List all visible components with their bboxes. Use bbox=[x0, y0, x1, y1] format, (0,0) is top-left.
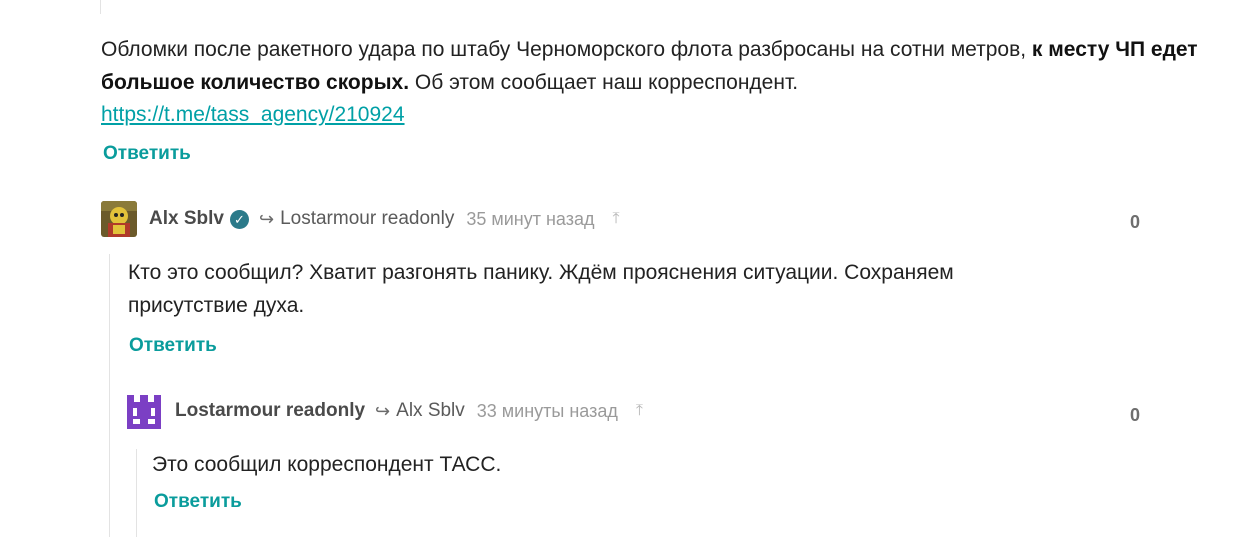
avatar[interactable] bbox=[127, 395, 161, 429]
comment-score: 0 bbox=[1130, 405, 1141, 425]
reply-button[interactable]: Ответить bbox=[129, 335, 217, 357]
thread-line-root bbox=[100, 0, 101, 14]
reply-arrow-icon: ↪ bbox=[375, 400, 391, 421]
comment-header: Lostarmour readonly ↪ Alx Sblv 33 минуты… bbox=[175, 399, 643, 423]
comment-time[interactable]: 33 минуты назад bbox=[477, 401, 618, 422]
comment-text-line1: Кто это сообщил? Хватит разгонять панику… bbox=[128, 261, 954, 284]
comment-text-line2: присутствие духа. bbox=[128, 294, 305, 317]
verified-check-icon: ✓ bbox=[229, 209, 249, 229]
reply-button[interactable]: Ответить bbox=[154, 491, 242, 513]
thread-line-level2 bbox=[136, 449, 137, 537]
root-comment-text: Обломки после ракетного удара по штабу Ч… bbox=[101, 33, 1211, 99]
root-text-before: Обломки после ракетного удара по штабу Ч… bbox=[101, 38, 1032, 61]
avatar[interactable] bbox=[101, 201, 137, 237]
root-link[interactable]: https://t.me/tass_agency/210924 bbox=[101, 103, 405, 126]
comment-header: Alx Sblv ✓ ↪ Lostarmour readonly 35 мину… bbox=[149, 207, 620, 231]
comment-time[interactable]: 35 минут назад bbox=[466, 209, 594, 230]
reply-arrow-icon: ↪ bbox=[258, 208, 275, 229]
comment-score: 0 bbox=[1130, 212, 1141, 232]
arrow-up-icon[interactable]: ⤒ bbox=[636, 402, 643, 420]
root-text-after: Об этом сообщает наш корреспондент. bbox=[409, 71, 799, 94]
thread-line-level1 bbox=[109, 254, 110, 537]
reply-button[interactable]: Ответить bbox=[103, 143, 191, 165]
comment-text: Кто это сообщил? Хватит разгонять панику… bbox=[128, 256, 1208, 322]
reply-to-user[interactable]: Alx Sblv bbox=[396, 400, 465, 422]
comment-author[interactable]: Alx Sblv bbox=[149, 208, 224, 230]
comment-author[interactable]: Lostarmour readonly bbox=[175, 400, 365, 422]
reply-to-user[interactable]: Lostarmour readonly bbox=[280, 208, 454, 230]
arrow-up-icon[interactable]: ⤒ bbox=[613, 210, 620, 228]
comment-text: Это сообщил корреспондент ТАСС. bbox=[152, 453, 502, 476]
